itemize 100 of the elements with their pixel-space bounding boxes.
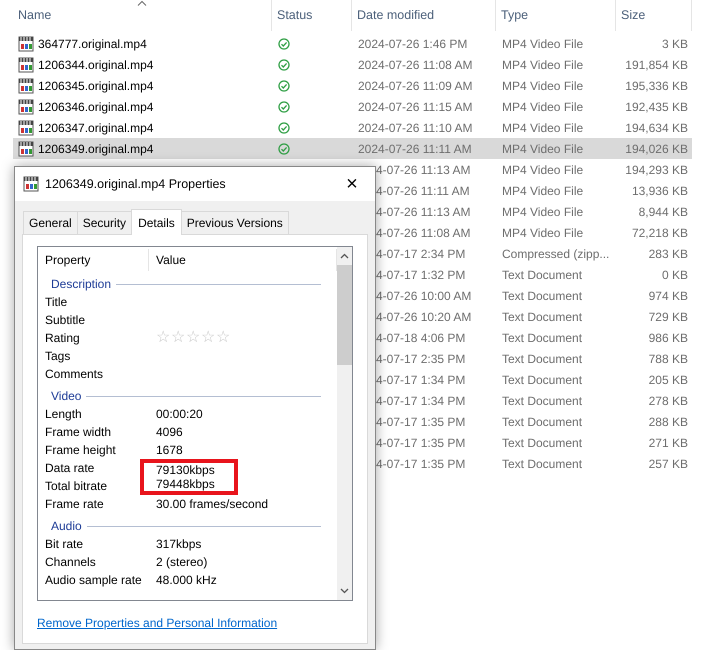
column-header[interactable]: Property xyxy=(38,249,149,271)
group-heading: Audio xyxy=(51,518,82,535)
file-type: MP4 Video File xyxy=(501,224,584,242)
video-file-icon xyxy=(18,140,34,156)
property-value: 2 (stereo) xyxy=(156,554,208,571)
file-name: 1206349.original.mp4 xyxy=(38,140,154,158)
star-icon: ☆ xyxy=(216,330,230,346)
property-name: Tags xyxy=(44,348,72,365)
file-type: Text Document xyxy=(501,392,584,410)
column-header[interactable]: Name xyxy=(13,0,272,31)
date-modified: 4-07-17 1:32 PM xyxy=(375,266,466,284)
video-file-icon xyxy=(18,98,34,114)
property-name: Rating xyxy=(44,330,81,347)
date-modified: 4-07-17 2:35 PM xyxy=(375,350,466,368)
file-size: 257 KB xyxy=(648,456,689,472)
file-row[interactable]: 1206346.original.mp4 2024-07-26 11:15 AM MP4 Video File 192,435 KB xyxy=(13,96,692,117)
video-file-icon xyxy=(18,78,34,94)
video-file-icon xyxy=(23,176,39,192)
file-size: 271 KB xyxy=(648,434,689,452)
property-name: Audio sample rate xyxy=(44,572,143,589)
property-name: Frame rate xyxy=(44,496,105,513)
property-name: Bit rate xyxy=(44,536,84,553)
property-value: 30.00 frames/second xyxy=(156,496,268,513)
file-type: MP4 Video File xyxy=(501,36,584,52)
file-size: 788 KB xyxy=(648,350,689,368)
file-size: 278 KB xyxy=(648,392,689,410)
date-modified: 4-07-17 1:35 PM xyxy=(375,456,466,472)
column-header[interactable]: Size xyxy=(616,0,692,31)
column-header[interactable]: Type xyxy=(496,0,616,31)
file-size: 194,026 KB xyxy=(624,140,689,158)
file-type: MP4 Video File xyxy=(501,162,584,178)
tab[interactable]: Details xyxy=(131,209,182,235)
star-icon: ☆ xyxy=(156,330,170,346)
remove-properties-link[interactable]: Remove Properties and Personal Information xyxy=(37,614,278,632)
date-modified: 2024-07-26 1:46 PM xyxy=(357,36,468,52)
file-size: 192,435 KB xyxy=(624,98,689,116)
date-modified: 2024-07-26 11:08 AM xyxy=(357,56,474,74)
file-size: 194,293 KB xyxy=(624,162,689,178)
file-row[interactable]: 364777.original.mp4 2024-07-26 1:46 PM MP4 Video File 3 KB xyxy=(13,33,692,54)
file-type: MP4 Video File xyxy=(501,120,584,136)
property-name: Length xyxy=(44,406,83,423)
column-header[interactable]: Status xyxy=(272,0,352,31)
file-type: Text Document xyxy=(501,434,584,452)
property-name: Title xyxy=(44,294,68,311)
group-heading: Description xyxy=(51,276,112,293)
date-modified: 4-07-26 11:08 AM xyxy=(375,224,472,242)
file-name: 1206344.original.mp4 xyxy=(38,56,154,74)
property-value: 4096 xyxy=(156,424,183,441)
close-button[interactable]: × xyxy=(329,167,375,201)
file-row[interactable]: 1206349.original.mp4 2024-07-26 11:11 AM MP4 Video File 194,026 KB xyxy=(13,138,692,159)
property-value: 00:00:20 xyxy=(156,406,203,423)
date-modified: 4-07-26 11:13 AM xyxy=(375,204,472,220)
file-size: 729 KB xyxy=(648,308,689,326)
file-size: 986 KB xyxy=(648,330,689,346)
file-name: 1206346.original.mp4 xyxy=(38,98,154,116)
tab[interactable]: Previous Versions xyxy=(180,211,289,234)
file-size: 288 KB xyxy=(648,414,689,430)
file-size: 283 KB xyxy=(648,246,689,262)
star-icon: ☆ xyxy=(186,330,200,346)
date-modified: 2024-07-26 11:11 AM xyxy=(357,140,473,158)
file-size: 974 KB xyxy=(648,288,689,304)
file-size: 194,634 KB xyxy=(624,120,689,136)
tab[interactable]: General xyxy=(23,211,78,234)
dialog-title: 1206349.original.mp4 Properties xyxy=(45,176,226,193)
file-row[interactable]: 1206345.original.mp4 2024-07-26 11:09 AM MP4 Video File 195,336 KB xyxy=(13,75,692,96)
star-icon: ☆ xyxy=(171,330,185,346)
scroll-up-icon xyxy=(340,253,349,259)
file-row[interactable]: 1206347.original.mp4 2024-07-26 11:10 AM MP4 Video File 194,634 KB xyxy=(13,117,692,138)
file-type: Text Document xyxy=(501,414,584,430)
file-size: 195,336 KB xyxy=(624,78,689,94)
file-size: 205 KB xyxy=(648,372,689,388)
file-row[interactable]: 1206344.original.mp4 2024-07-26 11:08 AM MP4 Video File 191,854 KB xyxy=(13,54,692,75)
date-modified: 4-07-26 11:13 AM xyxy=(375,162,472,178)
file-type: Text Document xyxy=(501,350,584,368)
column-header[interactable]: Date modified xyxy=(352,0,496,31)
file-type: MP4 Video File xyxy=(501,98,584,116)
file-type: Text Document xyxy=(501,288,584,304)
video-file-icon xyxy=(18,56,34,72)
property-value: 79448kbps xyxy=(140,477,238,495)
date-modified: 2024-07-26 11:15 AM xyxy=(357,98,474,116)
file-size: 3 KB xyxy=(660,36,689,52)
property-name: Total bitrate xyxy=(44,478,108,495)
file-name: 1206347.original.mp4 xyxy=(38,120,154,136)
date-modified: 2024-07-26 11:09 AM xyxy=(357,78,474,94)
file-type: Text Document xyxy=(501,372,584,388)
property-value: 79130kbps xyxy=(140,459,238,477)
property-name: Comments xyxy=(44,366,104,383)
video-file-icon xyxy=(18,120,34,136)
file-type: MP4 Video File xyxy=(501,204,584,220)
file-type: MP4 Video File xyxy=(501,56,584,74)
video-file-icon xyxy=(18,36,34,52)
property-name: Subtitle xyxy=(44,312,86,329)
property-name: Frame height xyxy=(44,442,117,459)
file-type: MP4 Video File xyxy=(501,182,584,200)
date-modified: 4-07-26 11:11 AM xyxy=(375,182,471,200)
file-type: Compressed (zipp... xyxy=(501,246,610,262)
file-name: 1206345.original.mp4 xyxy=(38,78,154,94)
property-name: Channels xyxy=(44,554,97,571)
scrollbar[interactable] xyxy=(337,247,352,600)
date-modified: 4-07-17 1:35 PM xyxy=(375,414,466,430)
